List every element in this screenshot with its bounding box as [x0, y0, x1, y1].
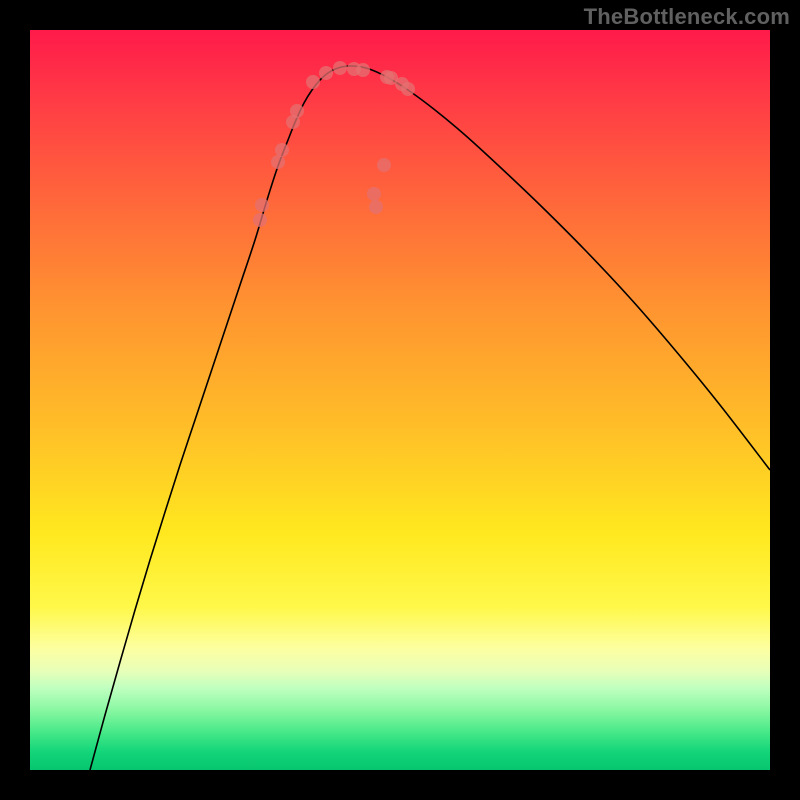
bottleneck-curve [90, 66, 770, 770]
marker-point [367, 187, 381, 201]
marker-point [290, 104, 304, 118]
watermark-text: TheBottleneck.com [584, 4, 790, 30]
marker-point [377, 158, 391, 172]
marker-point [356, 63, 370, 77]
marker-point [333, 61, 347, 75]
plot-area [30, 30, 770, 770]
marker-point [271, 155, 285, 169]
highlight-markers [253, 61, 415, 227]
marker-point [253, 213, 267, 227]
marker-point [401, 82, 415, 96]
chart-overlay [30, 30, 770, 770]
chart-frame: TheBottleneck.com [0, 0, 800, 800]
marker-point [255, 198, 269, 212]
marker-point [369, 200, 383, 214]
marker-point [306, 75, 320, 89]
marker-point [275, 143, 289, 157]
marker-point [319, 66, 333, 80]
